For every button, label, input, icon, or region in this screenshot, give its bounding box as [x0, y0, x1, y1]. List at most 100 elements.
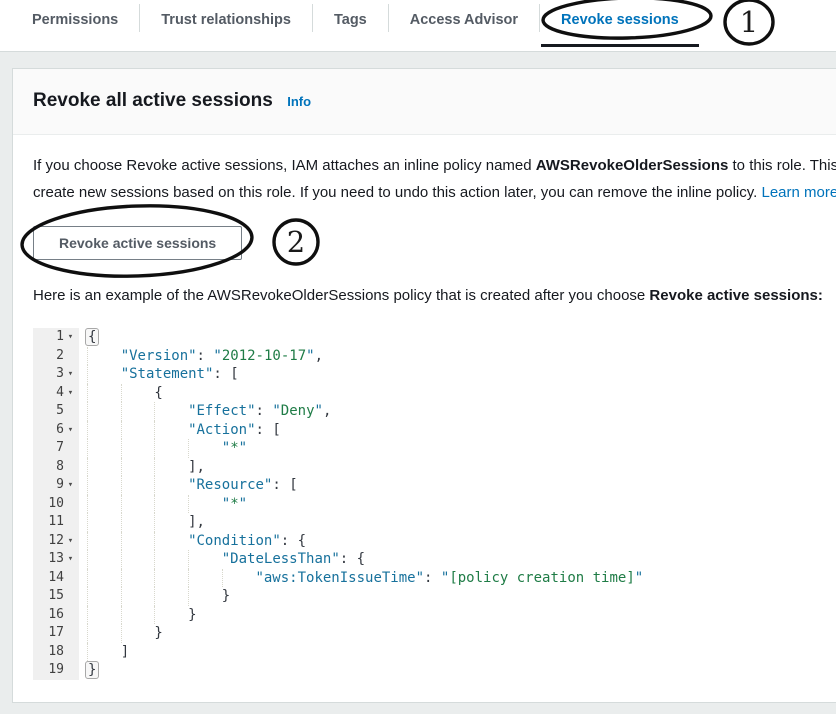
indent-guide [121, 587, 155, 606]
indent-guide [121, 458, 155, 477]
indent-guide [121, 495, 155, 514]
indent-guide [87, 458, 121, 477]
indent-guide [154, 550, 188, 569]
line-number: 13▾ [33, 550, 79, 569]
revoke-sessions-panel: Revoke all active sessions Info If you c… [12, 68, 836, 703]
indent-guide [222, 569, 256, 588]
indent-guide [121, 421, 155, 440]
indent-guide [154, 587, 188, 606]
code-line: 7"*" [33, 439, 836, 458]
revoke-active-sessions-button[interactable]: Revoke active sessions [33, 226, 242, 260]
indent-guide [188, 495, 222, 514]
indent-guide [87, 365, 121, 384]
fold-toggle-icon[interactable]: ▾ [64, 550, 77, 569]
active-tab-underline [541, 44, 699, 47]
indent-guide [154, 458, 188, 477]
fold-toggle-icon[interactable]: ▾ [64, 532, 77, 551]
fold-toggle-icon[interactable]: ▾ [64, 365, 77, 384]
example-intro-text: Here is an example of the AWSRevokeOlder… [33, 287, 649, 304]
line-number: 18 [33, 643, 79, 662]
line-number: 1▾ [33, 328, 79, 347]
learn-more-link[interactable]: Learn more [761, 184, 836, 201]
line-number: 7 [33, 439, 79, 458]
code-line: 10"*" [33, 495, 836, 514]
description-text: to this role. This policy denies all act… [728, 157, 836, 174]
code-line: 1▾ { [33, 328, 836, 347]
indent-guide [121, 550, 155, 569]
indent-guide [87, 384, 121, 403]
tab-label: Tags [334, 12, 367, 28]
indent-guide [121, 476, 155, 495]
indent-guide [87, 606, 121, 625]
indent-guide [188, 439, 222, 458]
indent-guide [87, 513, 121, 532]
indent-guide [154, 476, 188, 495]
line-number: 8 [33, 458, 79, 477]
tab-access-advisor[interactable]: Access Advisor [389, 0, 539, 40]
tab-label: Permissions [32, 12, 118, 28]
line-number: 6▾ [33, 421, 79, 440]
description-line-2: create new sessions based on this role. … [33, 179, 836, 206]
code-line: 5"Effect": "Deny", [33, 402, 836, 421]
code-line: 2"Version": "2012-10-17", [33, 347, 836, 366]
code-line: 15} [33, 587, 836, 606]
tab-label: Access Advisor [410, 12, 518, 28]
policy-editor[interactable]: 1▾ {2"Version": "2012-10-17",3▾"Statement… [33, 328, 836, 680]
description: If you choose Revoke active sessions, IA… [33, 152, 836, 206]
tab-tags[interactable]: Tags [313, 0, 388, 40]
example-intro-bold: Revoke active sessions: [649, 287, 822, 304]
indent-guide [121, 513, 155, 532]
code-line: 12▾"Condition": { [33, 532, 836, 551]
line-number: 15 [33, 587, 79, 606]
code-line: 17} [33, 624, 836, 643]
code-line: 16} [33, 606, 836, 625]
matched-bracket-highlight: { [85, 328, 99, 346]
indent-guide [121, 439, 155, 458]
indent-guide [87, 532, 121, 551]
line-number: 5 [33, 402, 79, 421]
line-number: 14 [33, 569, 79, 588]
indent-guide [154, 402, 188, 421]
fold-toggle-icon[interactable]: ▾ [64, 476, 77, 495]
line-number: 19 [33, 661, 79, 680]
indent-guide [121, 384, 155, 403]
indent-guide [188, 569, 222, 588]
code-line: 19} [33, 661, 836, 680]
indent-guide [154, 513, 188, 532]
indent-guide [154, 606, 188, 625]
fold-toggle-icon[interactable]: ▾ [64, 328, 77, 347]
code-line: 3▾"Statement": [ [33, 365, 836, 384]
info-link[interactable]: Info [287, 94, 311, 109]
line-number: 9▾ [33, 476, 79, 495]
description-text: If you choose Revoke active sessions, IA… [33, 157, 536, 174]
indent-guide [154, 495, 188, 514]
tab-label: Trust relationships [161, 12, 291, 28]
fold-toggle-icon[interactable]: ▾ [64, 384, 77, 403]
panel-content: If you choose Revoke active sessions, IA… [13, 152, 836, 680]
line-number: 16 [33, 606, 79, 625]
indent-guide [121, 569, 155, 588]
indent-guide [87, 550, 121, 569]
tab-revoke-sessions[interactable]: Revoke sessions [540, 0, 700, 40]
code-line: 14"aws:TokenIssueTime": "[policy creatio… [33, 569, 836, 588]
tab-trust-relationships[interactable]: Trust relationships [140, 0, 312, 40]
line-number: 3▾ [33, 365, 79, 384]
line-number: 10 [33, 495, 79, 514]
description-line-1: If you choose Revoke active sessions, IA… [33, 152, 836, 179]
indent-guide [154, 532, 188, 551]
tab-label: Revoke sessions [561, 12, 679, 28]
tab-permissions[interactable]: Permissions [11, 0, 139, 40]
indent-guide [87, 476, 121, 495]
indent-guide [121, 606, 155, 625]
code-line: 6▾"Action": [ [33, 421, 836, 440]
line-number: 12▾ [33, 532, 79, 551]
indent-guide [87, 587, 121, 606]
indent-guide [87, 643, 121, 662]
indent-guide [154, 421, 188, 440]
description-text: create new sessions based on this role. … [33, 184, 761, 201]
fold-toggle-icon[interactable]: ▾ [64, 421, 77, 440]
indent-guide [154, 569, 188, 588]
indent-guide [121, 624, 155, 643]
code-line: 13▾"DateLessThan": { [33, 550, 836, 569]
indent-guide [87, 569, 121, 588]
